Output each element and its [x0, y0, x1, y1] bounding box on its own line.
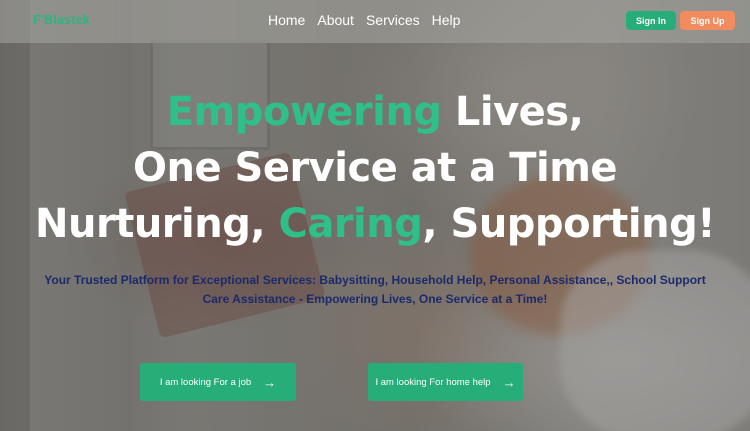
looking-for-job-label: I am looking For a job: [159, 376, 252, 388]
arrow-right-icon: →: [502, 374, 516, 390]
nav-link-services[interactable]: Services: [366, 12, 420, 28]
hero-headline: Empowering Lives, One Service at a Time …: [0, 84, 750, 252]
nav-link-home[interactable]: Home: [268, 12, 305, 28]
brand-logo[interactable]: F'Blastek: [33, 13, 90, 27]
nav-link-help[interactable]: Help: [432, 12, 461, 28]
headline-highlight-empowering: Empowering: [166, 89, 442, 135]
sign-in-button[interactable]: Sign In: [626, 11, 676, 30]
subtitle-line-2: Care Assistance - Empowering Lives, One …: [202, 292, 548, 306]
headline-line-3: Nurturing, Caring, Supporting!: [0, 196, 750, 252]
headline-line-2: One Service at a Time: [132, 145, 618, 191]
subtitle-line-1: Your Trusted Platform for Exceptional Se…: [44, 273, 706, 287]
nav-links: Home About Services Help: [268, 12, 460, 28]
hero-subtitle: Your Trusted Platform for Exceptional Se…: [10, 271, 740, 309]
sign-up-button[interactable]: Sign Up: [680, 11, 735, 30]
top-navbar: F'Blastek Home About Services Help Sign …: [0, 0, 750, 43]
headline-highlight-caring: Caring: [278, 201, 423, 247]
looking-for-job-button[interactable]: I am looking For a job →: [140, 363, 296, 401]
headline-line-1: Empowering Lives,: [0, 84, 750, 140]
arrow-right-icon: →: [263, 374, 277, 390]
headline-nurturing: Nurturing,: [35, 201, 279, 247]
headline-lives: Lives,: [441, 89, 584, 135]
headline-supporting: , Supporting!: [422, 201, 715, 247]
looking-for-home-help-label: I am looking For home help: [375, 376, 491, 388]
looking-for-home-help-button[interactable]: I am looking For home help →: [368, 363, 523, 401]
nav-link-about[interactable]: About: [317, 12, 354, 28]
